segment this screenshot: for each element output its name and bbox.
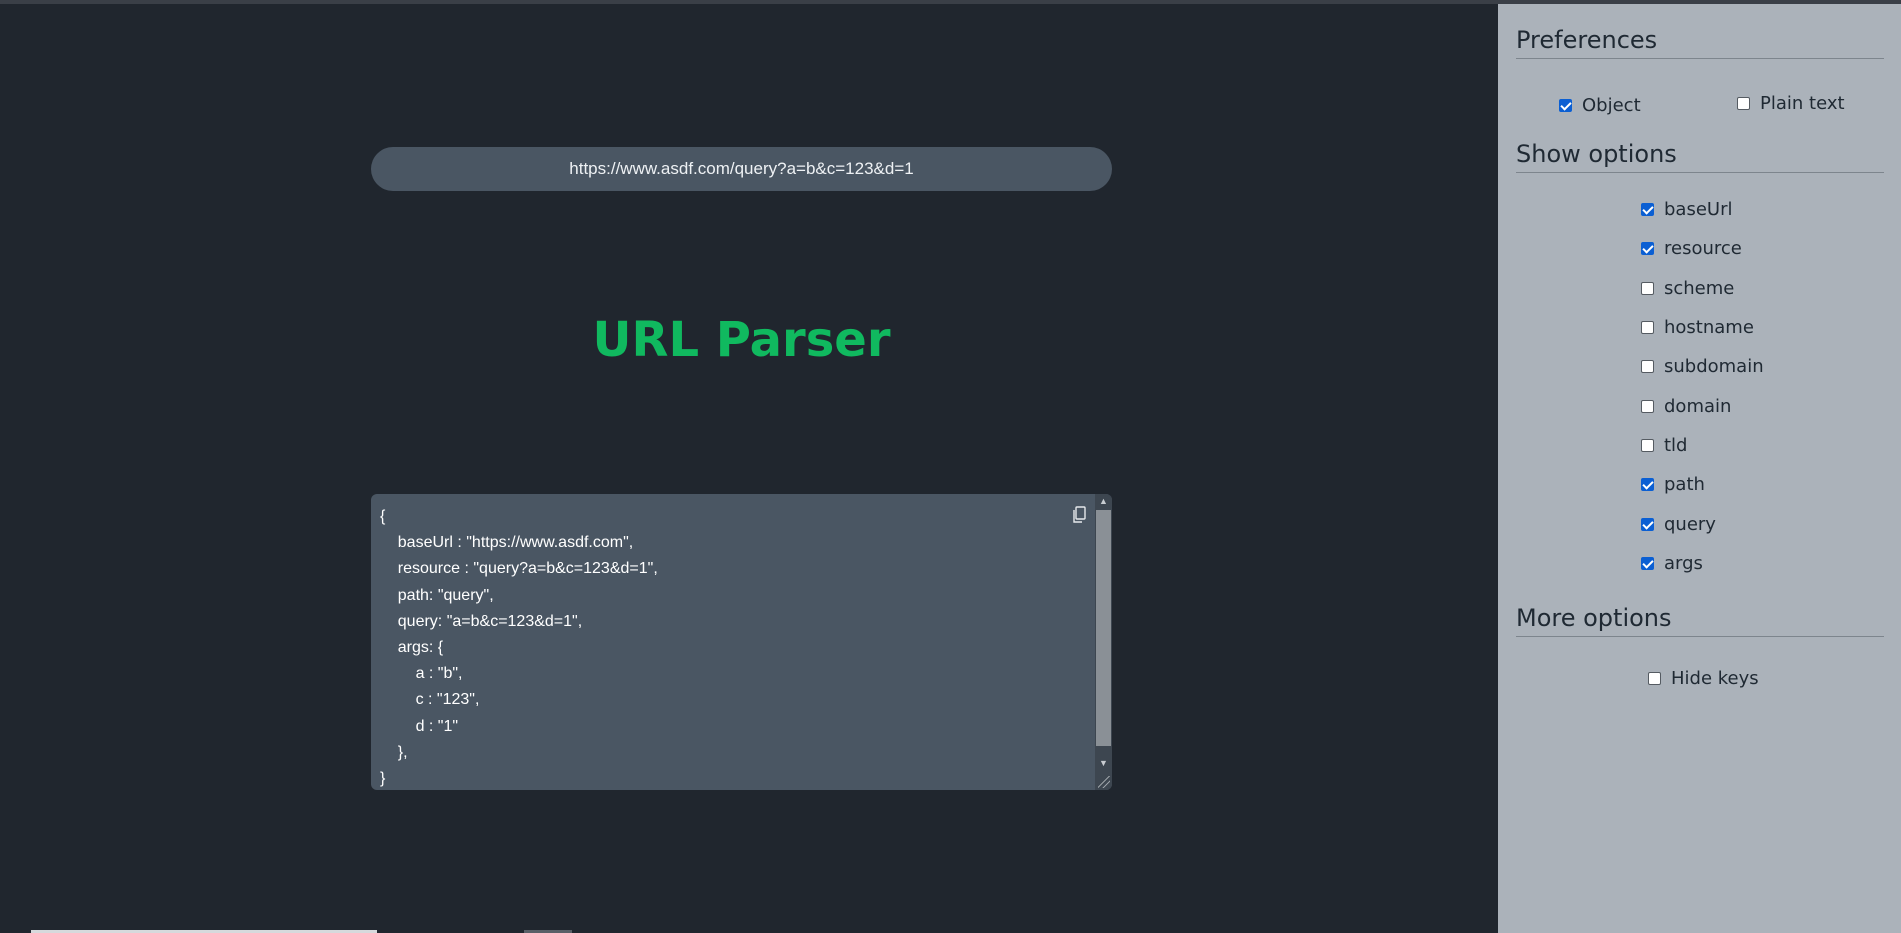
plain-text-checkbox[interactable]	[1737, 96, 1750, 110]
show-options-heading: Show options	[1516, 140, 1884, 173]
object-label: Object	[1582, 94, 1641, 116]
output-scrollbar[interactable]: ▲ ▼	[1095, 494, 1112, 790]
url-input[interactable]	[371, 147, 1112, 191]
show-option-hostname[interactable]: hostname	[1641, 315, 1754, 339]
hostname-checkbox[interactable]	[1641, 320, 1654, 334]
domain-checkbox[interactable]	[1641, 399, 1654, 413]
preferences-heading: Preferences	[1516, 26, 1884, 59]
scroll-up-arrow-icon[interactable]: ▲	[1095, 494, 1112, 508]
resize-grip-icon[interactable]	[1098, 776, 1110, 788]
show-option-path[interactable]: path	[1641, 472, 1705, 496]
resource-checkbox[interactable]	[1641, 241, 1654, 255]
show-option-query[interactable]: query	[1641, 512, 1716, 536]
hide-keys-label: Hide keys	[1671, 667, 1759, 689]
query-label: query	[1664, 513, 1716, 535]
hide-keys-checkbox[interactable]	[1648, 671, 1661, 685]
more-options-heading: More options	[1516, 604, 1884, 637]
args-checkbox[interactable]	[1641, 556, 1654, 570]
hostname-label: hostname	[1664, 316, 1754, 338]
pref-object-option[interactable]: Object	[1559, 93, 1641, 117]
pref-plain-text-option[interactable]: Plain text	[1737, 91, 1845, 115]
more-option-hide-keys[interactable]: Hide keys	[1648, 666, 1759, 690]
plain-text-label: Plain text	[1760, 92, 1845, 114]
baseurl-label: baseUrl	[1664, 198, 1733, 220]
resource-label: resource	[1664, 237, 1742, 259]
parsed-output-box[interactable]: { baseUrl : "https://www.asdf.com", reso…	[371, 494, 1112, 790]
subdomain-checkbox[interactable]	[1641, 359, 1654, 373]
show-option-domain[interactable]: domain	[1641, 394, 1731, 418]
scheme-label: scheme	[1664, 277, 1735, 299]
copy-icon[interactable]	[1071, 506, 1087, 524]
scrollbar-thumb[interactable]	[1096, 510, 1111, 746]
path-label: path	[1664, 473, 1705, 495]
object-checkbox[interactable]	[1559, 98, 1572, 112]
page-title: URL Parser	[592, 312, 891, 368]
show-option-scheme[interactable]: scheme	[1641, 276, 1734, 300]
domain-label: domain	[1664, 395, 1732, 417]
show-option-baseurl[interactable]: baseUrl	[1641, 197, 1732, 221]
subdomain-label: subdomain	[1664, 355, 1764, 377]
show-option-tld[interactable]: tld	[1641, 433, 1687, 457]
scheme-checkbox[interactable]	[1641, 281, 1654, 295]
path-checkbox[interactable]	[1641, 477, 1654, 491]
query-checkbox[interactable]	[1641, 517, 1654, 531]
tld-label: tld	[1664, 434, 1688, 456]
scroll-down-arrow-icon[interactable]: ▼	[1095, 756, 1112, 770]
show-option-args[interactable]: args	[1641, 551, 1703, 575]
parsed-output-text[interactable]: { baseUrl : "https://www.asdf.com", reso…	[380, 504, 658, 790]
options-sidebar: Preferences Object Plain text Show optio…	[1498, 4, 1901, 933]
show-option-subdomain[interactable]: subdomain	[1641, 354, 1764, 378]
tld-checkbox[interactable]	[1641, 438, 1654, 452]
main-area	[0, 4, 1498, 933]
show-option-resource[interactable]: resource	[1641, 236, 1742, 260]
baseurl-checkbox[interactable]	[1641, 202, 1654, 216]
args-label: args	[1664, 552, 1703, 574]
